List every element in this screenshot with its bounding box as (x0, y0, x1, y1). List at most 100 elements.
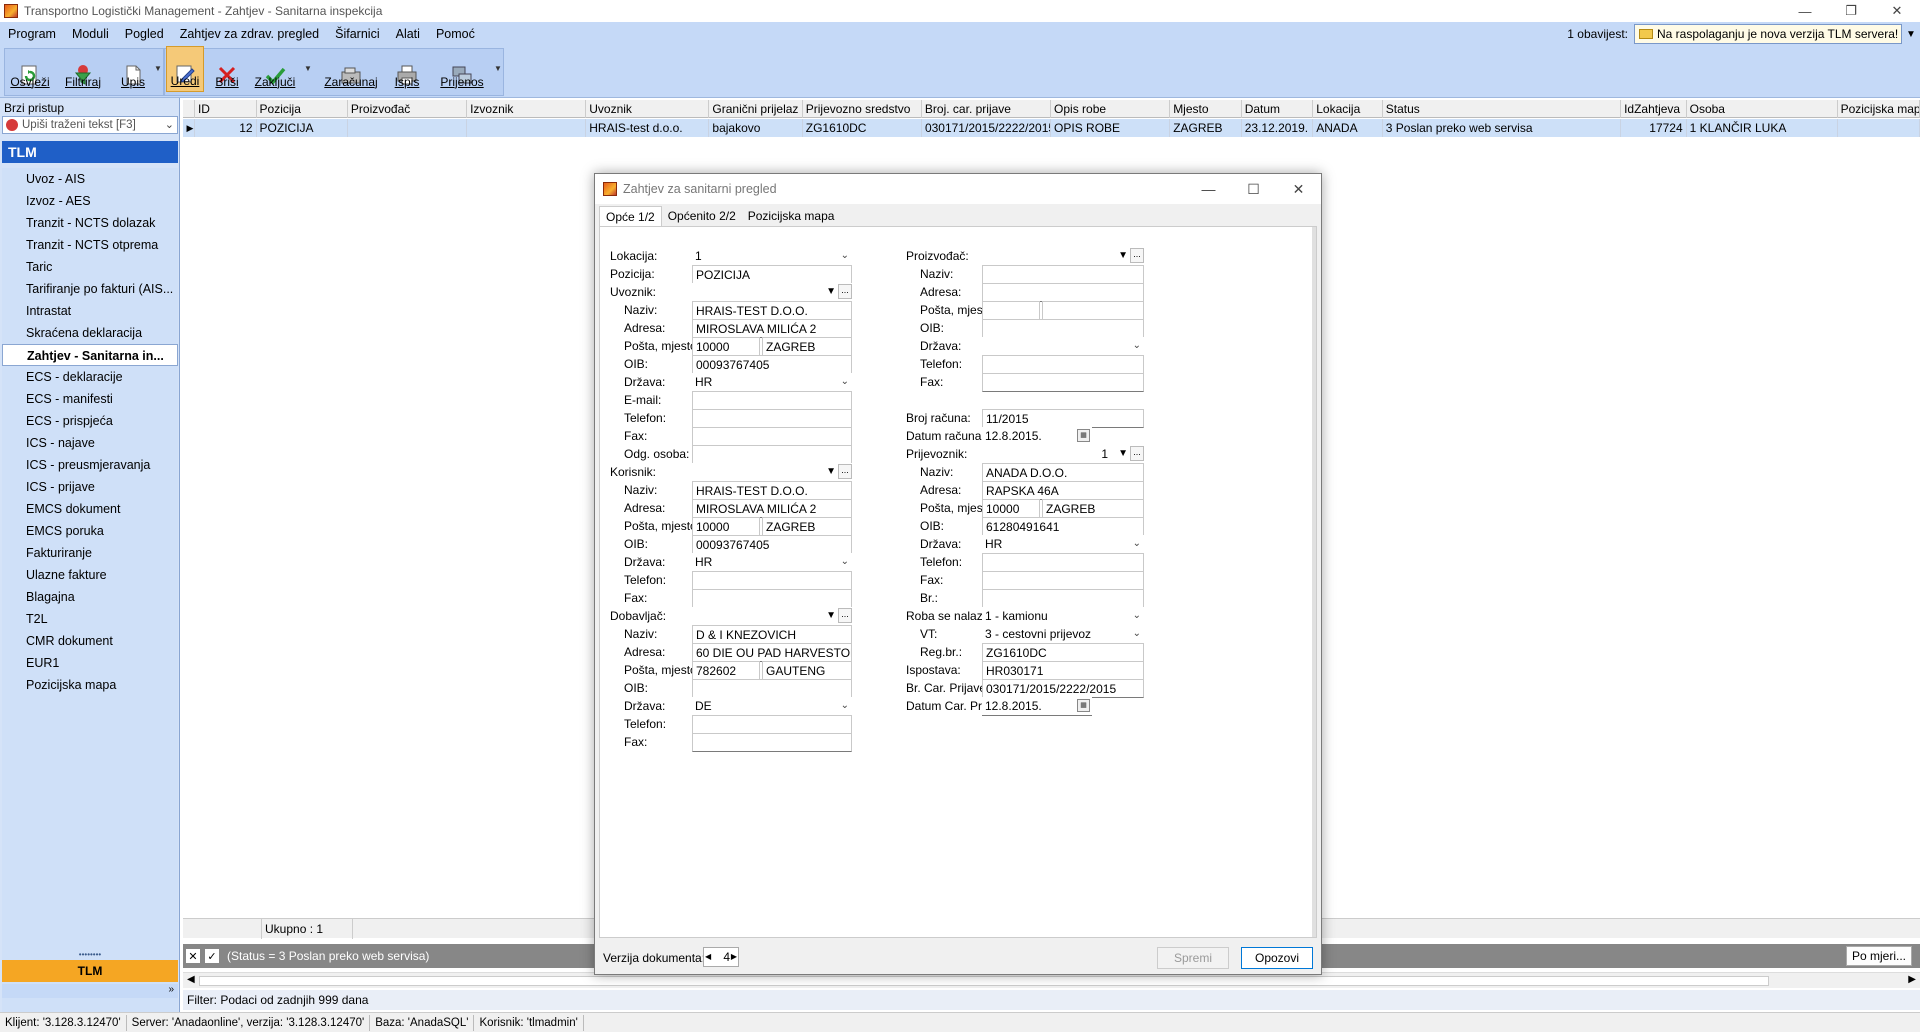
prijevoznik-telefon-field[interactable] (982, 553, 1144, 572)
quick-access-input[interactable]: Upiši traženi tekst [F3] ⌄ (2, 116, 178, 134)
zaracunaj-button[interactable]: Zaračunaj (320, 46, 382, 92)
sidebar-item[interactable]: ECS - prispjeća (2, 410, 178, 432)
stepper-left-icon[interactable]: ◀ (705, 948, 711, 966)
uvoznik-lookup[interactable]: ▼... (692, 283, 852, 302)
uvoznik-naziv-field[interactable]: HRAIS-TEST D.O.O. (692, 301, 852, 320)
column-header[interactable]: Mjesto (1170, 100, 1242, 118)
dobavljac-drzava-select[interactable]: DE ⌄ (692, 697, 852, 716)
sidebar-item[interactable]: EMCS poruka (2, 520, 178, 542)
dobavljac-mjesto-field[interactable]: GAUTENG (762, 661, 852, 680)
menu-program[interactable]: Program (0, 27, 64, 41)
tab-opcenito-2[interactable]: Općenito 2/2 (662, 206, 742, 226)
prijevoznik-posta-field[interactable]: 10000 (982, 499, 1040, 518)
lokacija-select[interactable]: 1 ⌄ (692, 247, 852, 266)
chevron-down-icon[interactable]: ⌄ (841, 247, 849, 265)
dobavljac-lookup[interactable]: ▼... (692, 607, 852, 626)
dropdown-arrow-icon[interactable]: ▼ (1118, 445, 1128, 463)
sidebar-item[interactable]: ICS - prijave (2, 476, 178, 498)
prijenos-dropdown-icon[interactable]: ▼ (494, 64, 502, 73)
sidebar-item[interactable]: Tranzit - NCTS otprema (2, 234, 178, 256)
ispis-button[interactable]: Ispis (390, 46, 424, 92)
sidebar-item[interactable]: Skraćena deklaracija (2, 322, 178, 344)
dropdown-arrow-icon[interactable]: ▼ (1118, 247, 1128, 265)
sidebar-item[interactable]: Intrastat (2, 300, 178, 322)
br-car-prijave-field[interactable]: 030171/2015/2222/2015 (982, 679, 1144, 698)
opozovi-button[interactable]: Opozovi (1241, 947, 1313, 969)
uvoznik-mjesto-field[interactable]: ZAGREB (762, 337, 852, 356)
column-header[interactable]: Izvoznik (467, 100, 587, 118)
menu-sifarnici[interactable]: Šifarnici (327, 27, 387, 41)
dropdown-arrow-icon[interactable]: ▼ (826, 463, 836, 481)
chevron-down-icon[interactable]: ⌄ (841, 553, 849, 571)
menu-pogled[interactable]: Pogled (117, 27, 172, 41)
korisnik-lookup[interactable]: ▼... (692, 463, 852, 482)
column-header[interactable]: Status (1383, 100, 1622, 118)
splitter-dots[interactable]: •••••••• (2, 951, 178, 959)
table-cell[interactable]: 3 Poslan preko web servisa (1383, 119, 1622, 137)
filter-expression[interactable]: (Status = 3 Poslan preko web servisa) (227, 949, 429, 963)
sidebar-item[interactable]: CMR dokument (2, 630, 178, 652)
sidebar-item[interactable]: Taric (2, 256, 178, 278)
sidebar-item[interactable]: Tranzit - NCTS dolazak (2, 212, 178, 234)
korisnik-telefon-field[interactable] (692, 571, 852, 590)
column-header[interactable]: Osoba (1687, 100, 1838, 118)
brisi-button[interactable]: Briši (210, 46, 244, 92)
menu-pomoc[interactable]: Pomoć (428, 27, 483, 41)
proizvodac-oib-field[interactable] (982, 319, 1144, 338)
datum-racuna-field[interactable]: 12.8.2015. ▦ (982, 427, 1092, 446)
uvoznik-odg-osoba-field[interactable] (692, 445, 852, 464)
datum-car-prijave-field[interactable]: 12.8.2015. ▦ (982, 697, 1092, 716)
dobavljac-adresa-field[interactable]: 60 DIE OU PAD HARVESTON P.O.BOX (692, 643, 852, 662)
pozicija-field[interactable]: POZICIJA (692, 265, 852, 284)
notification-box[interactable]: Na raspolaganju je nova verzija TLM serv… (1634, 24, 1902, 44)
sidebar-item[interactable]: Tarifiranje po fakturi (AIS... (2, 278, 178, 300)
tab-pozicijska-mapa[interactable]: Pozicijska mapa (742, 206, 841, 226)
sidebar-item[interactable]: EMCS dokument (2, 498, 178, 520)
clear-filter-icon[interactable]: ✕ (186, 949, 200, 963)
zakljuci-dropdown-icon[interactable]: ▼ (304, 64, 312, 73)
table-cell[interactable]: 1 KLANČIR LUKA (1687, 119, 1838, 137)
table-cell[interactable]: ZG1610DC (803, 119, 922, 137)
prijevoznik-fax-field[interactable] (982, 571, 1144, 590)
proizvodac-fax-field[interactable] (982, 373, 1144, 392)
sidebar-item[interactable]: ECS - deklaracije (2, 366, 178, 388)
uvoznik-adresa-field[interactable]: MIROSLAVA MILIĆA 2 (692, 319, 852, 338)
table-row[interactable]: ▶ 12 POZICIJA HRAIS-test d.o.o. bajakovo ZG16… (183, 119, 1920, 137)
chevron-down-icon[interactable]: ⌄ (1133, 535, 1141, 553)
dropdown-arrow-icon[interactable]: ▼ (826, 283, 836, 301)
proizvodac-mjesto-field[interactable] (1042, 301, 1144, 320)
column-header[interactable]: IdZahtjeva (1621, 100, 1687, 118)
korisnik-oib-field[interactable]: 00093767405 (692, 535, 852, 554)
prijevoznik-adresa-field[interactable]: RAPSKA 46A (982, 481, 1144, 500)
stepper-right-icon[interactable]: ▶ (731, 948, 737, 966)
dobavljac-posta-field[interactable]: 782602 (692, 661, 760, 680)
uredi-button[interactable]: Uredi (166, 46, 204, 92)
table-cell[interactable]: ANADA (1313, 119, 1383, 137)
korisnik-fax-field[interactable] (692, 589, 852, 608)
prijenos-button[interactable]: Prijenos (436, 46, 488, 92)
po-mjeri-button[interactable]: Po mjeri... (1846, 946, 1912, 966)
close-button[interactable]: ✕ (1874, 0, 1920, 22)
korisnik-posta-field[interactable]: 10000 (692, 517, 760, 536)
filter-enabled-checkbox[interactable]: ✓ (205, 949, 219, 963)
lookup-button[interactable]: ... (1130, 248, 1144, 263)
scroll-right-icon[interactable]: ▶ (1908, 974, 1916, 985)
table-cell[interactable]: HRAIS-test d.o.o. (586, 119, 710, 137)
lookup-button[interactable]: ... (1130, 446, 1144, 461)
roba-se-nalazi-select[interactable]: 1 - kamionu ⌄ (982, 607, 1144, 626)
sidebar-item[interactable]: ICS - najave (2, 432, 178, 454)
prijevoznik-naziv-field[interactable]: ANADA D.O.O. (982, 463, 1144, 482)
scroll-left-icon[interactable]: ◀ (187, 974, 195, 985)
table-cell[interactable] (467, 119, 587, 137)
sidebar-item[interactable]: Blagajna (2, 586, 178, 608)
table-cell[interactable]: 12 (195, 119, 257, 137)
dropdown-arrow-icon[interactable]: ▼ (826, 607, 836, 625)
column-header[interactable]: Proizvođač (348, 100, 468, 118)
proizvodac-telefon-field[interactable] (982, 355, 1144, 374)
sidebar-item[interactable]: Uvoz - AIS (2, 168, 178, 190)
table-cell[interactable] (1838, 119, 1920, 137)
osvjezi-button[interactable]: Osvježi (8, 46, 52, 92)
reg-br-field[interactable]: ZG1610DC (982, 643, 1144, 662)
broj-racuna-field[interactable]: 11/2015 (982, 409, 1144, 428)
dobavljac-telefon-field[interactable] (692, 715, 852, 734)
